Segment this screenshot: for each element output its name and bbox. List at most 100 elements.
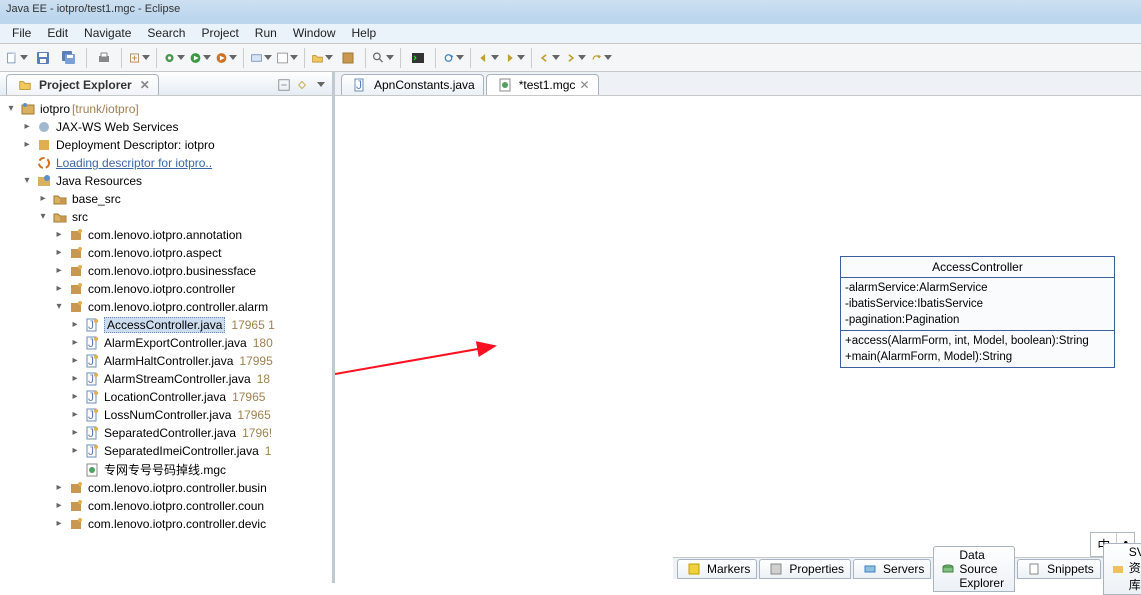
project-explorer-title: Project Explorer xyxy=(39,78,132,92)
properties-tab[interactable]: Properties xyxy=(759,559,851,579)
markers-tab[interactable]: Markers xyxy=(677,559,757,579)
tree-pkg[interactable]: com.lenovo.iotpro.controller.coun xyxy=(88,499,264,513)
folder-button[interactable] xyxy=(311,47,333,69)
java-file-icon: J xyxy=(84,353,100,369)
nav-next-button[interactable] xyxy=(503,47,525,69)
tree-pkg[interactable]: com.lenovo.iotpro.annotation xyxy=(88,228,242,242)
project-tree[interactable]: ▾ iotpro [trunk/iotpro] ▸JAX-WS Web Serv… xyxy=(0,96,332,583)
nav-back-button[interactable] xyxy=(477,47,499,69)
servers-tab[interactable]: Servers xyxy=(853,559,931,579)
snippets-icon xyxy=(1026,561,1042,577)
editor-tab-label: *test1.mgc xyxy=(519,78,576,92)
src-folder-icon xyxy=(52,191,68,207)
menu-edit[interactable]: Edit xyxy=(39,22,76,43)
view-menu-icon[interactable] xyxy=(312,77,328,93)
svg-text:J: J xyxy=(88,372,94,386)
project-explorer-tab[interactable]: Project Explorer ✕ xyxy=(6,74,159,95)
collapse-all-icon[interactable] xyxy=(276,77,292,93)
svg-text:J: J xyxy=(88,408,94,422)
uml-attr: -alarmService:AlarmService xyxy=(845,280,1110,296)
editor-tab-apnconstants[interactable]: J ApnConstants.java xyxy=(341,74,484,95)
menu-project[interactable]: Project xyxy=(193,22,246,43)
new-button[interactable] xyxy=(6,47,28,69)
save-button[interactable] xyxy=(32,47,54,69)
properties-icon xyxy=(768,561,784,577)
snippets-tab[interactable]: Snippets xyxy=(1017,559,1101,579)
debug-button[interactable] xyxy=(163,47,185,69)
svg-text:J: J xyxy=(88,354,94,368)
tree-file[interactable]: LocationController.java xyxy=(104,390,226,404)
menu-run[interactable]: Run xyxy=(247,22,285,43)
uml-class-box[interactable]: AccessController -alarmService:AlarmServ… xyxy=(840,256,1115,368)
twisty-collapse-icon[interactable]: ▾ xyxy=(6,104,16,114)
datasource-tab[interactable]: Data Source Explorer xyxy=(933,546,1015,592)
project-explorer-icon xyxy=(17,77,33,93)
svn-tab[interactable]: SVN 资源库 xyxy=(1103,543,1141,595)
uml-op: +main(AlarmForm, Model):String xyxy=(845,349,1110,365)
tree-loading[interactable]: Loading descriptor for iotpro.. xyxy=(56,156,212,170)
tree-pkg-alarm[interactable]: com.lenovo.iotpro.controller.alarm xyxy=(88,300,268,314)
deploy-icon xyxy=(36,137,52,153)
tree-file[interactable]: LossNumController.java xyxy=(104,408,231,422)
tree-pkg[interactable]: com.lenovo.iotpro.businessface xyxy=(88,264,256,278)
tree-project-root[interactable]: iotpro xyxy=(40,102,70,116)
tree-pkg[interactable]: com.lenovo.iotpro.controller.busin xyxy=(88,481,267,495)
tree-pkg[interactable]: com.lenovo.iotpro.controller xyxy=(88,282,235,296)
tree-file-mgc[interactable]: 专网专号号码掉线.mgc xyxy=(104,461,226,478)
java-file-icon: J xyxy=(352,77,368,93)
tree-file[interactable]: SeparatedController.java xyxy=(104,426,236,440)
bottom-views-bar: Markers Properties Servers Data Source E… xyxy=(673,557,1131,579)
menu-help[interactable]: Help xyxy=(344,22,385,43)
project-explorer-panel: Project Explorer ✕ ▾ iotpro [trunk/iotpr… xyxy=(0,72,335,583)
tree-base-src[interactable]: base_src xyxy=(72,192,121,206)
close-view-icon[interactable]: ✕ xyxy=(140,78,150,92)
uml-attr: -pagination:Pagination xyxy=(845,312,1110,328)
sync-button[interactable] xyxy=(442,47,464,69)
package-icon xyxy=(68,516,84,532)
tree-file[interactable]: AlarmExportController.java xyxy=(104,336,247,350)
open-type-button[interactable] xyxy=(276,47,298,69)
history-fwd-button[interactable] xyxy=(564,47,586,69)
run-button[interactable] xyxy=(189,47,211,69)
tree-file-access[interactable]: AccessController.java xyxy=(104,317,225,333)
editor-tab-test1[interactable]: *test1.mgc ✕ xyxy=(486,74,599,95)
tree-pkg[interactable]: com.lenovo.iotpro.controller.devic xyxy=(88,517,266,531)
menu-window[interactable]: Window xyxy=(285,22,344,43)
tree-pkg[interactable]: com.lenovo.iotpro.aspect xyxy=(88,246,221,260)
window-titlebar: Java EE - iotpro/test1.mgc - Eclipse xyxy=(0,0,1141,18)
tree-file[interactable]: AlarmStreamController.java xyxy=(104,372,251,386)
run-ext-button[interactable] xyxy=(215,47,237,69)
tree-file[interactable]: SeparatedImeiController.java xyxy=(104,444,259,458)
tree-javares[interactable]: Java Resources xyxy=(56,174,142,188)
tree-src[interactable]: src xyxy=(72,210,88,224)
uml-class-name: AccessController xyxy=(841,257,1114,278)
menu-file[interactable]: File xyxy=(4,22,39,43)
build-button[interactable] xyxy=(128,47,150,69)
tree-file[interactable]: AlarmHaltController.java xyxy=(104,354,233,368)
new-server-button[interactable] xyxy=(250,47,272,69)
tree-jaxws[interactable]: JAX-WS Web Services xyxy=(56,120,178,134)
java-file-icon: J xyxy=(84,425,100,441)
tree-deploy[interactable]: Deployment Descriptor: iotpro xyxy=(56,138,215,152)
svg-text:J: J xyxy=(88,426,94,440)
close-tab-icon[interactable]: ✕ xyxy=(579,78,589,92)
redo-button[interactable] xyxy=(590,47,612,69)
database-icon xyxy=(942,561,954,577)
history-back-button[interactable] xyxy=(538,47,560,69)
svn-icon xyxy=(1112,561,1124,577)
print-button[interactable] xyxy=(93,47,115,69)
menu-search[interactable]: Search xyxy=(139,22,193,43)
svg-text:J: J xyxy=(88,444,94,458)
package-icon xyxy=(68,281,84,297)
menu-bar: File Edit Navigate Search Project Run Wi… xyxy=(0,22,1141,44)
diagram-canvas[interactable]: AccessController -alarmService:AlarmServ… xyxy=(335,96,1141,583)
save-all-button[interactable] xyxy=(58,47,80,69)
link-editor-icon[interactable] xyxy=(294,77,310,93)
terminal-button[interactable] xyxy=(407,47,429,69)
svg-text:J: J xyxy=(88,336,94,350)
svg-text:J: J xyxy=(88,318,94,332)
menu-navigate[interactable]: Navigate xyxy=(76,22,139,43)
package-button[interactable] xyxy=(337,47,359,69)
search-button[interactable] xyxy=(372,47,394,69)
package-icon xyxy=(68,227,84,243)
